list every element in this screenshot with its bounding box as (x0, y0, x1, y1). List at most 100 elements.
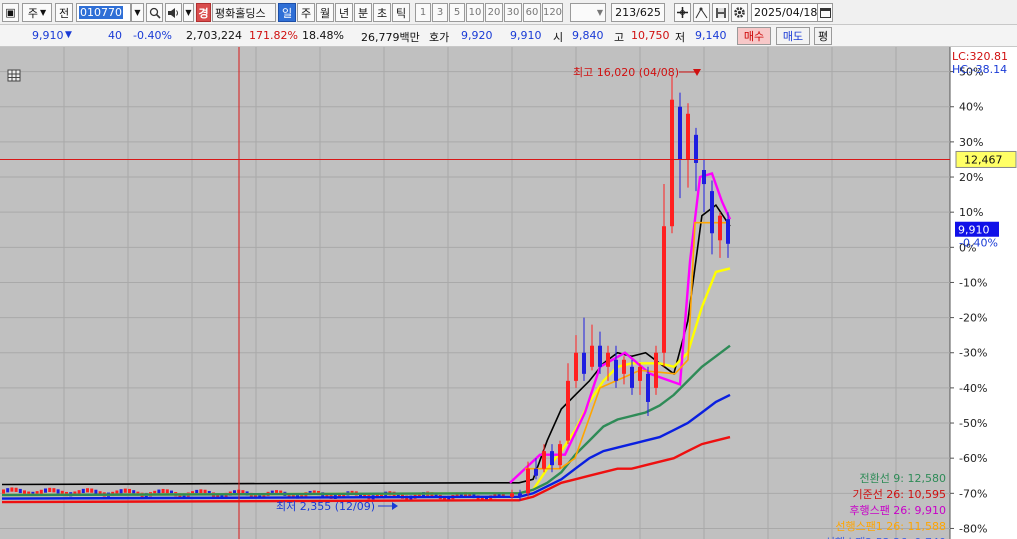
open-label: 시 (553, 31, 564, 44)
price-chart-svg: 50%40%30%20%10%0%-10%-20%-30%-40%-50%-60… (0, 47, 1017, 539)
mode-extra-button[interactable]: 전 (55, 3, 73, 22)
candle-body (694, 134, 698, 163)
period-button-5[interactable]: 초 (373, 3, 391, 22)
interval-button-5[interactable]: 5 (449, 3, 465, 22)
legend-entry: 기준선 26: 10,595 (852, 488, 946, 501)
candle-body (526, 468, 530, 494)
candle-base (157, 489, 161, 494)
candle-body (558, 444, 562, 466)
legend-entry: 후행스팬 26: 9,910 (849, 504, 946, 517)
plot-background (0, 47, 950, 539)
current-price: 9,910 (32, 29, 64, 42)
candle-body (518, 493, 522, 497)
candle-base (48, 487, 52, 493)
candle-body (726, 219, 730, 244)
highest-label: 최고 16,020 (04/08) (573, 66, 679, 79)
mode-select[interactable]: 주 ▼ (22, 3, 52, 22)
ask-price: 9,920 (461, 29, 493, 42)
quote-bar: 9,910 ▼ 40 -0.40% 2,703,224 171.82% 18.4… (0, 25, 1017, 47)
candle-body (550, 451, 554, 466)
hoga-label: 호가 (429, 31, 450, 44)
date-input[interactable]: 2025/04/18 (751, 3, 819, 22)
candle-base (165, 489, 169, 494)
chevron-down-icon: ▼ (596, 8, 603, 17)
chevron-down-icon[interactable]: ▼ (183, 3, 194, 22)
interval-button-10[interactable]: 10 (466, 3, 484, 22)
candle-body (686, 113, 690, 160)
stock-code-input[interactable]: 010770 (76, 3, 131, 22)
candle-base (81, 488, 85, 494)
candle-base (18, 488, 22, 494)
candle-base (119, 489, 123, 494)
stock-name-label: 평화홀딩스 (212, 3, 276, 22)
candle-base (199, 489, 203, 494)
speaker-icon[interactable] (165, 3, 182, 22)
crosshair-tool-icon[interactable] (674, 3, 691, 22)
candle-body (622, 359, 626, 374)
page-counter: 213/625 (611, 3, 665, 22)
low-price: 9,140 (695, 29, 727, 42)
price-chart[interactable]: 50% 40% 30% 20% 10% 0% -10% -20% -30% -40% -50% -60… (0, 47, 1017, 539)
window-icon[interactable]: ▣ (2, 3, 19, 22)
price-change: 40 (108, 29, 122, 42)
interval-button-3[interactable]: 3 (432, 3, 448, 22)
toolbar: ▣ 주 ▼ 전 010770 ▼ ▼ 경 평화홀딩스 일 주 월 년 분 초 틱 1 3 5 10 20… (0, 0, 1017, 25)
bid-price: 9,910 (510, 29, 542, 42)
period-button-6[interactable]: 틱 (392, 3, 410, 22)
y-tick-label: 20% (959, 171, 983, 184)
average-button[interactable]: 평 (814, 27, 832, 45)
high-label: 고 (614, 31, 625, 44)
save-icon[interactable] (712, 3, 729, 22)
chevron-down-icon[interactable]: ▼ (131, 3, 144, 22)
candle-base (14, 487, 18, 492)
volume-ratio: 171.82% (249, 29, 298, 42)
y-tick-label: -80% (959, 522, 987, 535)
interval-button-1[interactable]: 1 (415, 3, 431, 22)
candle-body (646, 373, 650, 402)
candle-body (574, 352, 578, 381)
candle-base (56, 489, 60, 494)
candle-body (718, 215, 722, 241)
legend-entry: 선행스팬1 26: 11,588 (835, 520, 946, 533)
lowest-label: 최저 2,355 (12/09) (276, 500, 375, 513)
down-arrow-icon: ▼ (65, 30, 72, 40)
interval-select[interactable]: ▼ (570, 3, 606, 22)
candle-base (6, 488, 10, 493)
price-change-pct: -0.40% (133, 29, 172, 42)
candle-base (2, 489, 5, 494)
period-button-2[interactable]: 월 (316, 3, 334, 22)
y-axis-background (950, 47, 1017, 539)
period-button-0[interactable]: 일 (278, 3, 296, 22)
candle-body (678, 106, 682, 160)
y-tick-label: 10% (959, 206, 983, 219)
candle-body (630, 366, 634, 388)
sell-button[interactable]: 매도 (776, 27, 810, 45)
candle-body (566, 380, 570, 441)
candle-body (702, 170, 706, 185)
candle-base (39, 489, 43, 495)
period-button-4[interactable]: 분 (354, 3, 372, 22)
candle-body (606, 352, 610, 367)
candle-body (582, 352, 586, 374)
period-button-1[interactable]: 주 (297, 3, 315, 22)
high-price: 10,750 (631, 29, 670, 42)
interval-button-60[interactable]: 60 (523, 3, 541, 22)
interval-button-20[interactable]: 20 (485, 3, 503, 22)
calendar-icon[interactable] (817, 3, 833, 22)
candle-base (123, 488, 127, 493)
candle-body (710, 191, 714, 234)
y-tick-label: -20% (959, 312, 987, 325)
gear-icon[interactable] (731, 3, 748, 22)
candle-body (598, 345, 602, 367)
buy-button[interactable]: 매수 (737, 27, 771, 45)
period-button-3[interactable]: 년 (335, 3, 353, 22)
y-tick-label: -50% (959, 417, 987, 430)
search-icon[interactable] (146, 3, 163, 22)
interval-button-30[interactable]: 30 (504, 3, 522, 22)
candle-base (44, 488, 47, 493)
candle-body (654, 352, 658, 388)
candle-base (52, 488, 56, 493)
interval-button-120[interactable]: 120 (542, 3, 563, 22)
legend-entry: 전환선 9: 12,580 (859, 472, 946, 485)
draw-tool-icon[interactable] (693, 3, 710, 22)
